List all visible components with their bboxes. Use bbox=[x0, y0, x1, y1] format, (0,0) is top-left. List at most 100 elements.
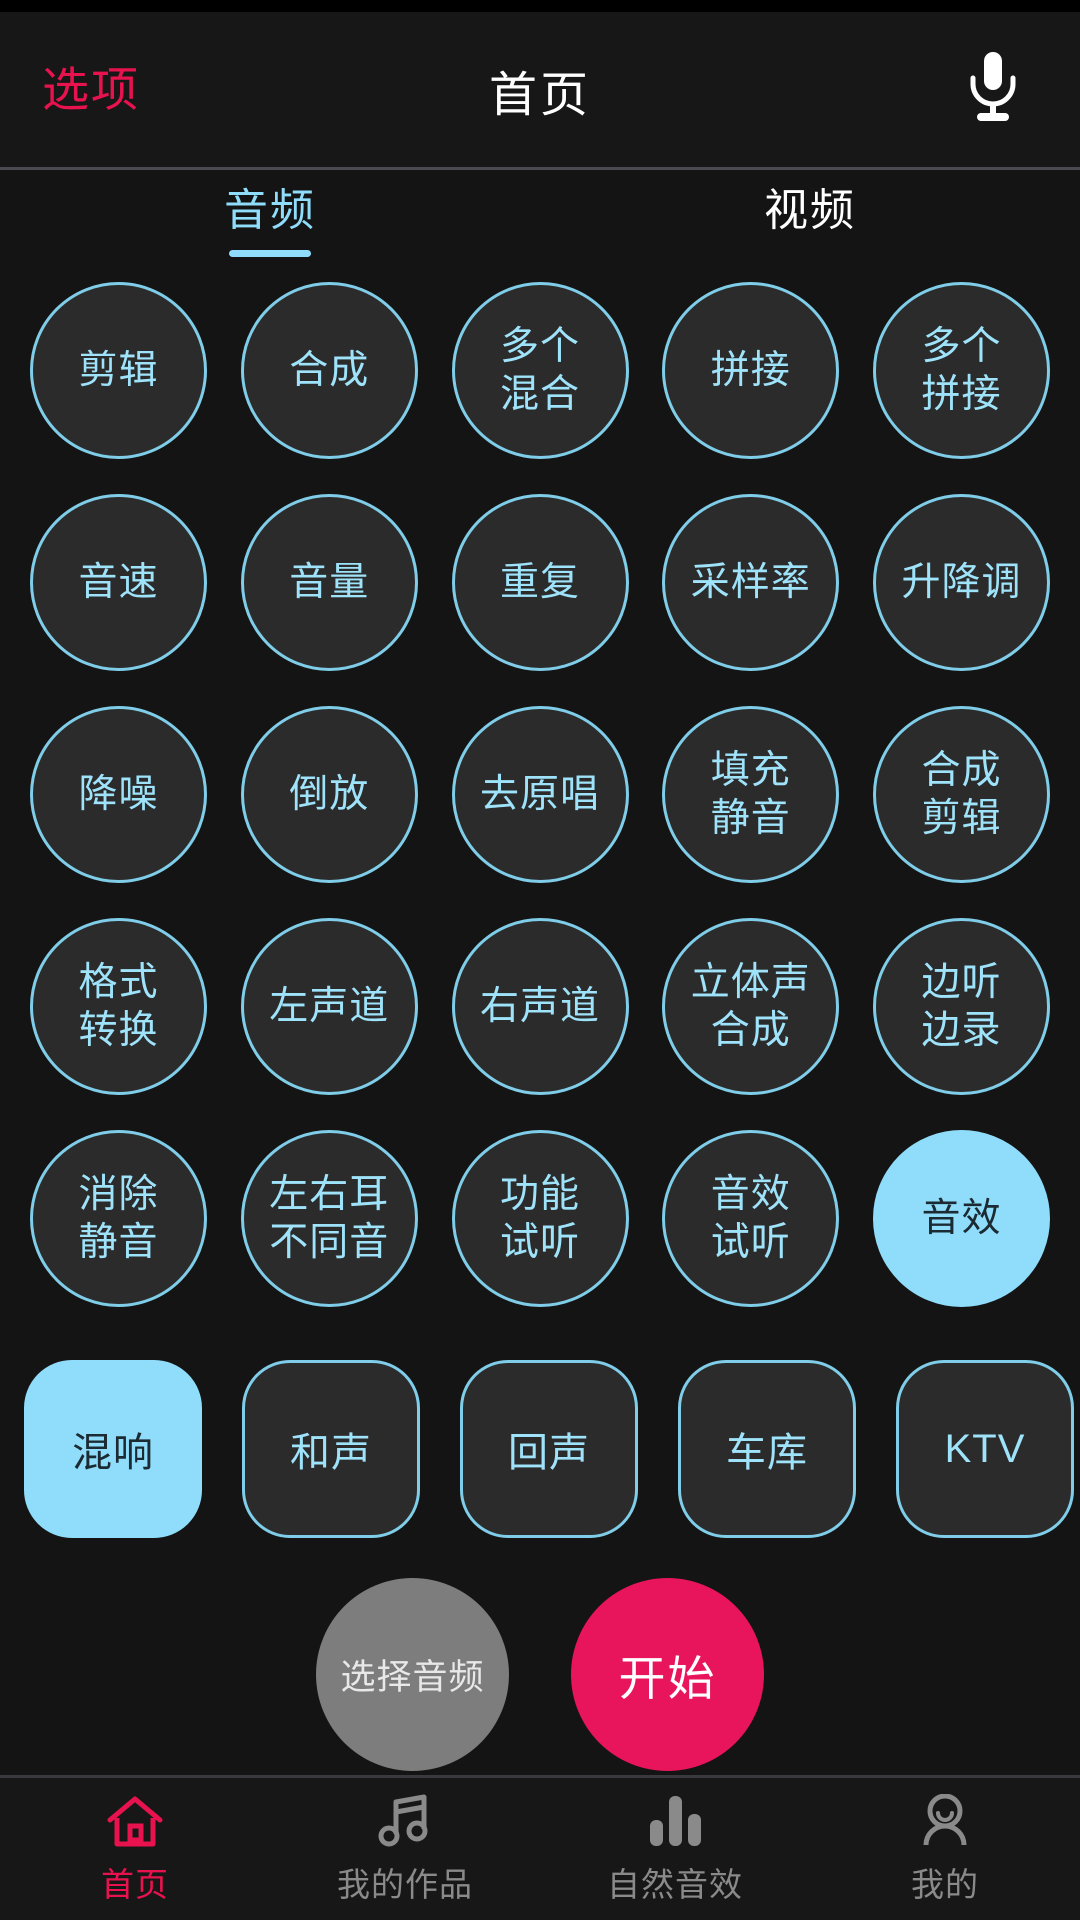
nav-item-natural-effects[interactable]: 自然音效 bbox=[540, 1778, 810, 1920]
nav-label-home: 首页 bbox=[101, 1866, 169, 1903]
app-header: 选项 首页 bbox=[0, 12, 1080, 170]
function-grid-row: 音速 音量 重复 采样率 升降调 bbox=[30, 494, 1050, 671]
nav-item-profile[interactable]: 我的 bbox=[810, 1778, 1080, 1920]
function-label: 降噪 bbox=[78, 772, 159, 816]
nav-label-natural-effects: 自然音效 bbox=[607, 1866, 743, 1903]
start-button[interactable]: 开始 bbox=[571, 1578, 764, 1771]
function-grid-row: 降噪 倒放 去原唱 填充 静音 合成 剪辑 bbox=[30, 706, 1050, 883]
function-label: 左声道 bbox=[269, 984, 390, 1028]
function-button-biantingbianlu[interactable]: 边听 边录 bbox=[873, 918, 1050, 1095]
effect-label: 回声 bbox=[508, 1431, 590, 1475]
function-label: 剪辑 bbox=[78, 348, 159, 392]
function-label: 音效 bbox=[921, 1196, 1002, 1240]
music-note-icon bbox=[378, 1792, 432, 1848]
function-button-jiangzao[interactable]: 降噪 bbox=[30, 706, 207, 883]
microphone-icon bbox=[965, 50, 1021, 129]
start-label: 开始 bbox=[618, 1652, 717, 1705]
function-button-gongnengshiting[interactable]: 功能 试听 bbox=[451, 1130, 629, 1307]
function-label: 右声道 bbox=[479, 984, 600, 1028]
effect-button-hunxiang[interactable]: 混响 bbox=[24, 1360, 202, 1538]
function-button-yinliang[interactable]: 音量 bbox=[240, 494, 418, 671]
effect-button-huisheng[interactable]: 回声 bbox=[460, 1360, 638, 1538]
function-button-duogepinjie[interactable]: 多个 拼接 bbox=[873, 282, 1050, 459]
function-label: 音速 bbox=[78, 560, 159, 604]
effects-list: 混响 和声 回声 车库 KTV bbox=[0, 1360, 1080, 1538]
microphone-button[interactable] bbox=[948, 40, 1038, 140]
status-bar bbox=[0, 0, 1080, 12]
nav-item-home[interactable]: 首页 bbox=[0, 1778, 270, 1920]
function-button-duogehunhe[interactable]: 多个 混合 bbox=[451, 282, 629, 459]
function-label: 合成 bbox=[289, 348, 370, 392]
page-title: 首页 bbox=[488, 68, 591, 122]
function-label: 消除 静音 bbox=[78, 1172, 159, 1264]
function-button-daofang[interactable]: 倒放 bbox=[240, 706, 418, 883]
function-button-pinjie[interactable]: 拼接 bbox=[662, 282, 840, 459]
function-label: 格式 转换 bbox=[78, 960, 159, 1052]
effect-button-cheku[interactable]: 车库 bbox=[678, 1360, 856, 1538]
tab-video-label: 视频 bbox=[764, 186, 856, 235]
function-button-caiyanglv[interactable]: 采样率 bbox=[662, 494, 840, 671]
nav-item-my-works[interactable]: 我的作品 bbox=[270, 1778, 540, 1920]
function-button-hechengjianji[interactable]: 合成 剪辑 bbox=[873, 706, 1050, 883]
function-label: 合成 剪辑 bbox=[921, 748, 1002, 840]
function-button-zuoshengdao[interactable]: 左声道 bbox=[240, 918, 418, 1095]
function-grid: 剪辑 合成 多个 混合 拼接 多个 拼接 音速 音量 重复 采样率 升降调 降噪… bbox=[0, 282, 1080, 1342]
effect-label: 混响 bbox=[72, 1431, 154, 1475]
tab-audio-underline bbox=[229, 250, 311, 258]
options-button[interactable]: 选项 bbox=[42, 66, 140, 113]
equalizer-bars-icon bbox=[645, 1792, 705, 1848]
function-label: 左右耳 不同音 bbox=[269, 1172, 390, 1264]
function-button-hecheng[interactable]: 合成 bbox=[240, 282, 418, 459]
function-grid-row: 格式 转换 左声道 右声道 立体声 合成 边听 边录 bbox=[30, 918, 1050, 1095]
effect-label: KTV bbox=[944, 1426, 1026, 1471]
function-label: 多个 拼接 bbox=[921, 324, 1002, 416]
function-label: 音量 bbox=[289, 560, 370, 604]
function-label: 立体声 合成 bbox=[690, 960, 811, 1052]
function-label: 采样率 bbox=[690, 560, 811, 604]
function-label: 填充 静音 bbox=[710, 748, 791, 840]
function-button-chongfu[interactable]: 重复 bbox=[451, 494, 629, 671]
home-icon bbox=[106, 1792, 164, 1848]
function-label: 升降调 bbox=[901, 560, 1022, 604]
function-button-shengjiangdiao[interactable]: 升降调 bbox=[873, 494, 1050, 671]
function-label: 功能 试听 bbox=[499, 1172, 580, 1264]
bottom-navigation: 首页 我的作品 自然音效 我的 bbox=[0, 1775, 1080, 1920]
function-button-zuoyouerbutongyin[interactable]: 左右耳 不同音 bbox=[240, 1130, 418, 1307]
category-tabs: 音频 视频 bbox=[0, 170, 1080, 282]
tab-video[interactable]: 视频 bbox=[540, 186, 1080, 257]
person-icon bbox=[918, 1792, 972, 1848]
function-button-tianchongjingyin[interactable]: 填充 静音 bbox=[662, 706, 840, 883]
function-label: 多个 混合 bbox=[499, 324, 580, 416]
function-button-yinxiaoshiting[interactable]: 音效 试听 bbox=[662, 1130, 840, 1307]
function-label: 边听 边录 bbox=[921, 960, 1002, 1052]
app-root: 选项 首页 音频 视频 剪辑 合成 多个 混合 拼接 多个 拼接 音速 音量 重… bbox=[0, 0, 1080, 1920]
nav-label-profile: 我的 bbox=[911, 1866, 979, 1903]
effects-scroller[interactable]: 混响 和声 回声 车库 KTV bbox=[0, 1360, 1080, 1538]
function-button-yinxiao[interactable]: 音效 bbox=[873, 1130, 1050, 1307]
function-label: 重复 bbox=[499, 560, 580, 604]
function-button-litishenghecheng[interactable]: 立体声 合成 bbox=[662, 918, 840, 1095]
function-grid-row: 剪辑 合成 多个 混合 拼接 多个 拼接 bbox=[30, 282, 1050, 459]
tab-audio[interactable]: 音频 bbox=[0, 186, 540, 258]
function-button-yinsu[interactable]: 音速 bbox=[30, 494, 207, 671]
effect-button-ktv[interactable]: KTV bbox=[896, 1360, 1074, 1538]
tab-video-underline bbox=[769, 250, 851, 257]
effect-label: 和声 bbox=[290, 1431, 372, 1475]
function-label: 音效 试听 bbox=[710, 1172, 791, 1264]
function-label: 倒放 bbox=[289, 772, 370, 816]
function-grid-row: 消除 静音 左右耳 不同音 功能 试听 音效 试听 音效 bbox=[30, 1130, 1050, 1307]
function-button-quyuanchang[interactable]: 去原唱 bbox=[451, 706, 629, 883]
function-button-geshizhuanhuan[interactable]: 格式 转换 bbox=[30, 918, 207, 1095]
nav-label-my-works: 我的作品 bbox=[337, 1866, 473, 1903]
function-label: 去原唱 bbox=[479, 772, 600, 816]
tab-audio-label: 音频 bbox=[224, 186, 316, 235]
effect-button-hesheng[interactable]: 和声 bbox=[242, 1360, 420, 1538]
function-button-xiaochujingyin[interactable]: 消除 静音 bbox=[30, 1130, 207, 1307]
function-button-youshengdao[interactable]: 右声道 bbox=[451, 918, 629, 1095]
effect-label: 车库 bbox=[726, 1431, 808, 1475]
action-bar: 选择音频 开始 bbox=[0, 1538, 1080, 1775]
select-audio-label: 选择音频 bbox=[340, 1658, 485, 1697]
function-button-jianji[interactable]: 剪辑 bbox=[30, 282, 207, 459]
select-audio-button[interactable]: 选择音频 bbox=[316, 1578, 509, 1771]
function-label: 拼接 bbox=[710, 348, 791, 392]
